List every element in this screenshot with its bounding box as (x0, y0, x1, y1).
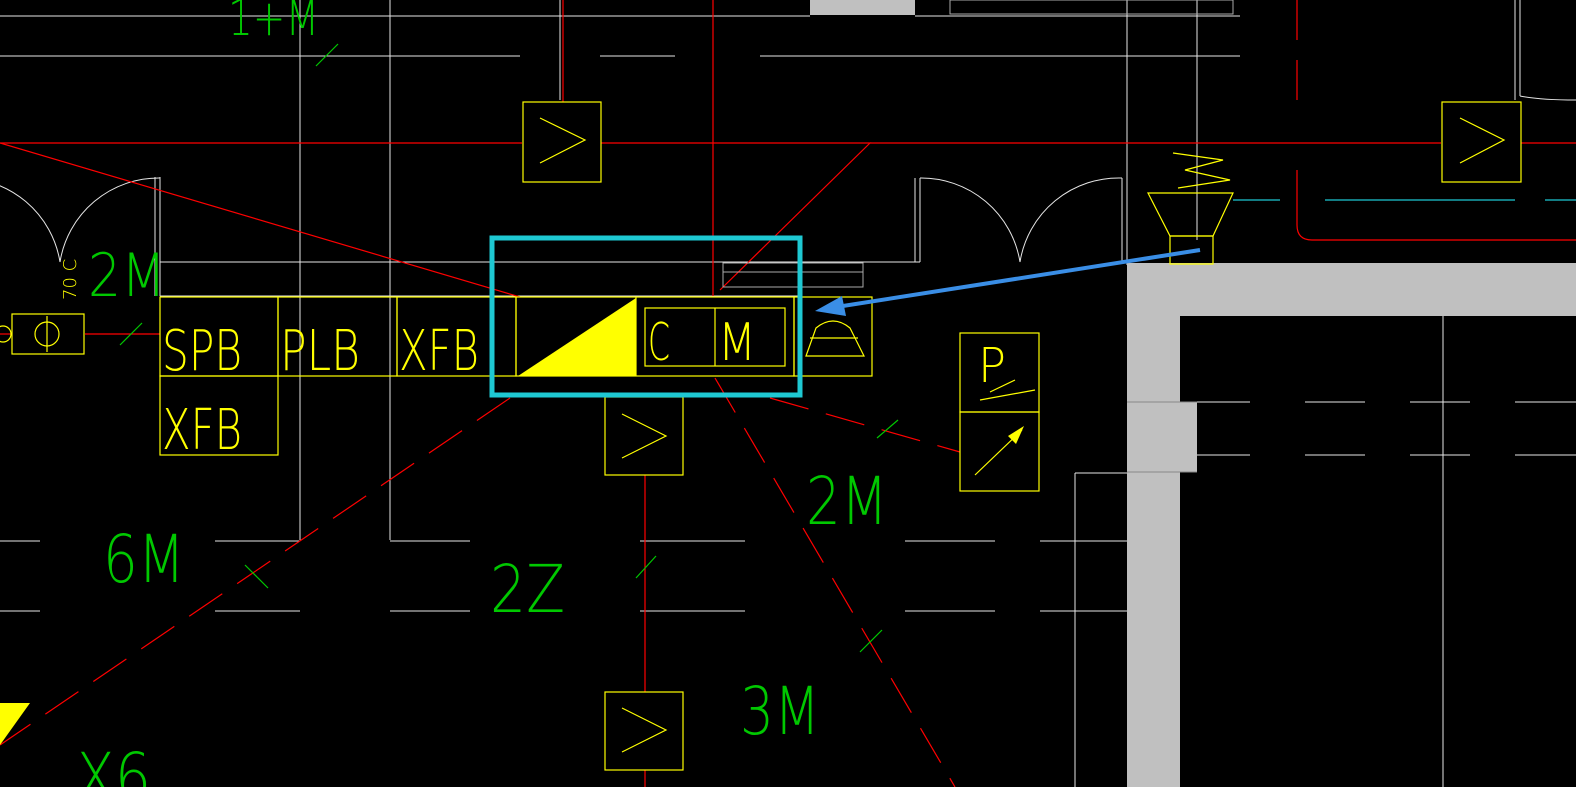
label-bottom-left: X6 (76, 739, 151, 787)
cad-drawing-canvas[interactable]: 1+M 2M 70 C SPB PLB XFB XFB C M P 6M 2Z … (0, 0, 1576, 787)
label-left-6m: 6M (103, 521, 185, 598)
wall-top-block (810, 0, 915, 15)
label-xfb-bottom: XFB (162, 398, 242, 463)
label-bottom-3m: 3M (740, 673, 820, 750)
label-xfb-top: XFB (399, 319, 479, 384)
label-plb: PLB (280, 319, 360, 384)
label-p: P (978, 338, 1006, 394)
label-spb: SPB (162, 319, 242, 384)
label-m: M (718, 313, 756, 373)
label-top-partial: 1+M (228, 0, 319, 47)
label-c: C (648, 313, 670, 373)
label-left-2m: 2M (88, 241, 166, 311)
label-right-2m: 2M (806, 463, 888, 540)
label-small-code: 70 C (60, 259, 81, 300)
label-mid-2z: 2Z (490, 551, 565, 628)
